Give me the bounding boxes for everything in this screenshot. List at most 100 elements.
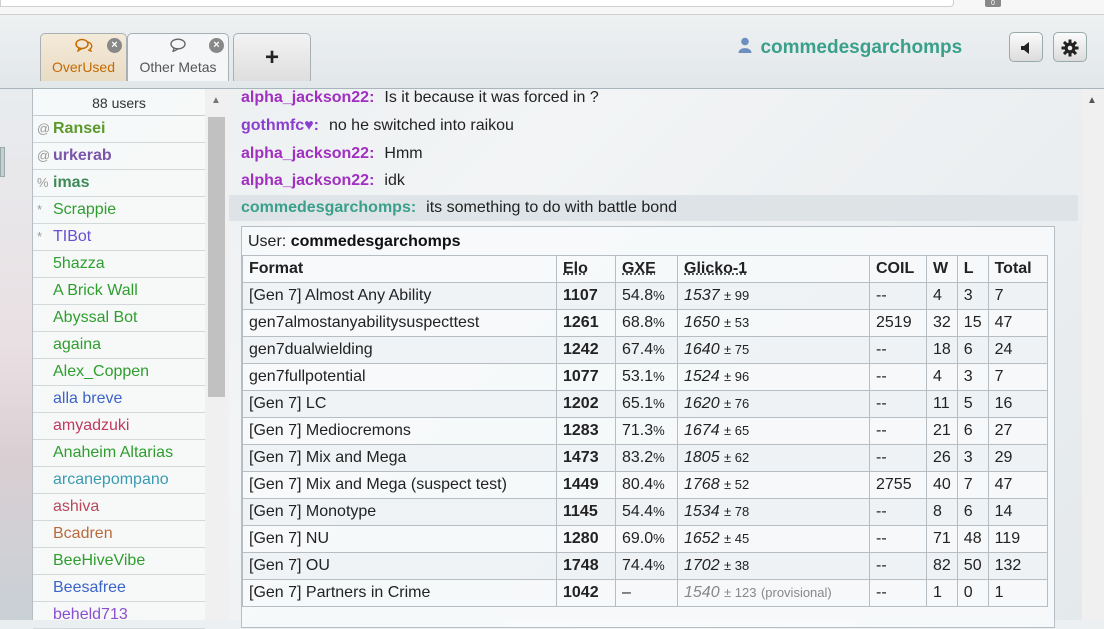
tab-other-metas[interactable]: × Other Metas — [127, 33, 229, 81]
glicko-value: 1540 — [684, 584, 720, 601]
ranking-row: [Gen 7] Mediocremons 1283 71.3% 1674 ± 65 --… — [243, 418, 1048, 445]
chat-username[interactable]: alpha_jackson22: — [241, 172, 374, 189]
userlist-item[interactable]: alla breve — [33, 386, 205, 413]
gxe-unit: % — [653, 531, 665, 546]
cell-elo: 1042 — [557, 580, 616, 607]
cell-total: 1 — [988, 580, 1047, 607]
userlist-item[interactable]: againa — [33, 332, 205, 359]
ranking-username[interactable]: commedesgarchomps — [291, 233, 461, 250]
userlist-item[interactable]: amyadzuki — [33, 413, 205, 440]
cell-gxe: 53.1% — [616, 364, 678, 391]
userlist-item[interactable]: beheld713 — [33, 602, 205, 629]
chat-username[interactable]: alpha_jackson22: — [241, 145, 374, 162]
user-icon — [738, 40, 756, 57]
userlist-item[interactable]: 5hazza — [33, 251, 205, 278]
userlist-item[interactable]: ashiva — [33, 494, 205, 521]
tab-overused[interactable]: × OverUsed — [40, 33, 127, 81]
glicko-deviation: ± 76 — [724, 396, 749, 411]
cell-losses: 15 — [957, 310, 988, 337]
glicko-deviation: ± 45 — [724, 531, 749, 546]
scroll-up-icon[interactable]: ▲ — [211, 95, 221, 106]
chat-text: its something to do with battle bond — [426, 199, 677, 216]
cell-losses: 6 — [957, 337, 988, 364]
ranking-row: [Gen 7] Almost Any Ability 1107 54.8% 1537 … — [243, 283, 1048, 310]
userlist-name: Scrappie — [53, 197, 116, 223]
userlist-item[interactable]: Alex_Coppen — [33, 359, 205, 386]
cell-losses: 6 — [957, 499, 988, 526]
cell-elo: 1449 — [557, 472, 616, 499]
gxe-value: 71.3 — [622, 422, 653, 439]
scroll-up-icon[interactable]: ▲ — [1087, 95, 1097, 106]
gxe-unit: % — [653, 423, 665, 438]
cell-wins: 82 — [927, 553, 958, 580]
glicko-value: 1620 — [684, 395, 720, 412]
glicko-value: 1534 — [684, 503, 720, 520]
cell-losses: 3 — [957, 445, 988, 472]
cell-gxe: 67.4% — [616, 337, 678, 364]
chat-username[interactable]: alpha_jackson22: — [241, 89, 374, 106]
userlist-item[interactable]: BeeHiveVibe — [33, 548, 205, 575]
gxe-unit: % — [653, 558, 665, 573]
scrollbar-thumb[interactable] — [208, 117, 225, 397]
cell-coil: -- — [870, 283, 927, 310]
userlist-name: Bcadren — [53, 521, 113, 547]
userlist-item[interactable]: arcanepompano — [33, 467, 205, 494]
userlist-item[interactable]: * Scrappie — [33, 197, 205, 224]
userlist-item[interactable]: % imas — [33, 170, 205, 197]
close-tab-icon[interactable]: × — [209, 38, 224, 53]
cell-format: [Gen 7] Mix and Mega (suspect test) — [243, 472, 557, 499]
current-user[interactable]: commedesgarchomps — [738, 37, 962, 59]
cell-gxe: 69.0% — [616, 526, 678, 553]
glicko-value: 1805 — [684, 449, 720, 466]
ranking-row: [Gen 7] Mix and Mega 1473 83.2% 1805 ± 62 --… — [243, 445, 1048, 472]
cell-glicko: 1534 ± 78 — [678, 499, 870, 526]
cell-wins: 11 — [927, 391, 958, 418]
userlist-item[interactable]: @ Ransei — [33, 116, 205, 143]
address-bar[interactable] — [0, 0, 954, 7]
userlist-name: alla breve — [53, 386, 122, 412]
userlist-item[interactable]: Anaheim Altarias — [33, 440, 205, 467]
chat-username[interactable]: commedesgarchomps: — [241, 199, 416, 216]
cell-format: [Gen 7] Mediocremons — [243, 418, 557, 445]
user-group-symbol: * — [37, 224, 53, 250]
gxe-value: 80.4 — [622, 476, 653, 493]
cell-wins: 40 — [927, 472, 958, 499]
cell-coil: -- — [870, 337, 927, 364]
userlist-item[interactable]: Bcadren — [33, 521, 205, 548]
cell-total: 27 — [988, 418, 1047, 445]
glicko-value: 1768 — [684, 476, 720, 493]
gxe-value: 54.8 — [622, 287, 653, 304]
userlist-item[interactable]: Beesafree — [33, 575, 205, 602]
ranking-row: [Gen 7] OU 1748 74.4% 1702 ± 38 -- 82 50 132 — [243, 553, 1048, 580]
user-list-scrollbar[interactable]: ▲ — [205, 89, 229, 620]
column-header-glicko[interactable]: Glicko-1 — [678, 256, 870, 283]
cell-losses: 6 — [957, 418, 988, 445]
chat-scrollbar[interactable]: ▲ — [1082, 89, 1104, 620]
column-header-elo[interactable]: Elo — [557, 256, 616, 283]
glicko-deviation: ± 65 — [724, 423, 749, 438]
settings-button[interactable] — [1053, 32, 1087, 62]
cell-format: [Gen 7] OU — [243, 553, 557, 580]
cell-glicko: 1537 ± 99 — [678, 283, 870, 310]
panel-handle[interactable] — [0, 147, 5, 177]
userlist-name: Alex_Coppen — [53, 359, 149, 385]
new-tab-button[interactable]: + — [233, 33, 311, 81]
ranking-box: User: commedesgarchomps Format Elo GXE G… — [241, 226, 1055, 628]
userlist-item[interactable]: @ urkerab — [33, 143, 205, 170]
close-tab-icon[interactable]: × — [107, 38, 122, 53]
gxe-value: 65.1 — [622, 395, 653, 412]
user-group-symbol: * — [37, 197, 53, 223]
userlist-item[interactable]: * TIBot — [33, 224, 205, 251]
volume-button[interactable] — [1009, 32, 1043, 62]
chat-message: alpha_jackson22: Is it because it was for… — [241, 89, 599, 107]
cell-glicko: 1674 ± 65 — [678, 418, 870, 445]
cell-losses: 48 — [957, 526, 988, 553]
cell-total: 47 — [988, 310, 1047, 337]
userlist-item[interactable]: A Brick Wall — [33, 278, 205, 305]
glicko-deviation: ± 75 — [724, 342, 749, 357]
user-list: 88 users @ Ransei @ urkerab% imas * Scrappie * T… — [32, 89, 206, 620]
userlist-item[interactable]: Abyssal Bot — [33, 305, 205, 332]
chat-username[interactable]: gothmfc♥: — [241, 117, 319, 134]
cell-total: 47 — [988, 472, 1047, 499]
column-header-gxe[interactable]: GXE — [616, 256, 678, 283]
